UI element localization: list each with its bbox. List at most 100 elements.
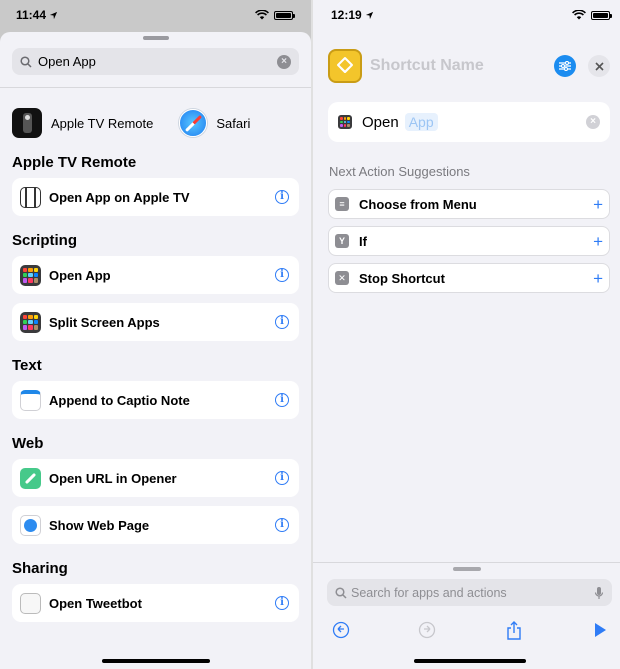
battery-icon [591,10,612,20]
run-button[interactable] [590,620,610,640]
shortcut-icon[interactable] [328,49,362,83]
left-screen: 11:44 × Apple TV Remote Safari App [0,0,311,669]
bottom-panel [313,562,620,669]
app-grid-icon [20,264,41,286]
app-grid-icon [20,311,41,333]
suggestion-if[interactable]: Y If + [328,226,610,256]
action-label: Append to Captio Note [49,392,190,408]
app-safari[interactable]: Safari [179,109,250,137]
battery-icon [274,10,295,20]
film-icon [20,186,41,208]
section-header: Scripting [12,232,78,249]
search-icon [335,586,347,599]
share-icon [506,620,521,640]
action-row-split-screen-apps[interactable]: Split Screen Apps i [12,303,299,341]
wifi-icon [255,10,269,20]
next-action-title: Next Action Suggestions [329,164,470,179]
menu-icon: ≡ [335,197,349,211]
action-label: Open URL in Opener [49,470,177,486]
clear-search-icon[interactable]: × [277,54,291,69]
opener-icon [20,467,41,489]
section-header: Apple TV Remote [12,154,137,171]
action-label: Split Screen Apps [49,314,160,330]
microphone-icon[interactable] [594,586,604,600]
search-input[interactable] [38,54,277,69]
action-picker-sheet: × Apple TV Remote Safari Apple TV Remote… [0,32,311,669]
info-icon[interactable]: i [275,518,289,532]
search-icon [20,55,32,68]
info-icon[interactable]: i [275,268,289,282]
action-row-show-web-page[interactable]: Show Web Page i [12,506,299,544]
panel-grabber[interactable] [452,567,481,571]
suggestion-choose-from-menu[interactable]: ≡ Choose from Menu + [328,189,610,219]
action-label: Open App [49,267,111,283]
status-time: 12:19 [331,8,362,22]
right-screen: 12:19 Shortcut Name Open App × Next Acti… [313,0,620,669]
info-icon[interactable]: i [275,393,289,407]
suggestion-label: Choose from Menu [359,196,477,212]
sheet-grabber[interactable] [142,36,169,40]
apps-row: Apple TV Remote Safari [0,88,311,138]
add-icon[interactable]: + [593,233,603,250]
info-icon[interactable]: i [275,471,289,485]
suggestion-stop-shortcut[interactable]: ✕ Stop Shortcut + [328,263,610,293]
safari-icon [20,514,41,536]
search-bar[interactable]: × [12,48,299,75]
wifi-icon [572,10,586,20]
redo-button[interactable] [417,620,437,640]
info-icon[interactable]: i [275,596,289,610]
action-verb: Open [362,113,399,131]
app-grid-icon [338,115,352,129]
sliders-icon [559,61,571,71]
info-icon[interactable]: i [275,190,289,204]
close-icon [594,61,604,71]
settings-button[interactable] [554,55,576,77]
captio-icon [20,389,41,411]
action-label: Open App on Apple TV [49,189,190,205]
action-row-open-tweetbot[interactable]: Open Tweetbot i [12,584,299,622]
status-bar: 11:44 [0,0,311,30]
safari-icon [179,109,208,137]
action-label: Open Tweetbot [49,595,142,611]
branch-icon: Y [335,234,349,248]
editor-header: Shortcut Name [328,48,610,84]
section-header: Text [12,357,42,374]
share-button[interactable] [504,620,524,640]
layers-icon [337,57,353,73]
tweetbot-icon [20,592,41,614]
add-icon[interactable]: + [593,270,603,287]
redo-icon [419,621,436,639]
play-icon [594,623,606,637]
home-indicator[interactable] [102,659,210,663]
shortcut-name-field[interactable]: Shortcut Name [370,57,542,75]
app-label: Safari [216,115,251,131]
suggestion-list: ≡ Choose from Menu + Y If + ✕ Stop Short… [328,189,610,300]
action-row-open-app[interactable]: Open App i [12,256,299,294]
app-apple-tv-remote[interactable]: Apple TV Remote [12,108,153,138]
section-header: Sharing [12,560,68,577]
add-icon[interactable]: + [593,196,603,213]
action-row-open-app-on-apple-tv[interactable]: Open App on Apple TV i [12,178,299,216]
apple-tv-remote-icon [12,108,42,138]
action-label: Show Web Page [49,517,150,533]
app-label: Apple TV Remote [51,115,154,131]
stop-icon: ✕ [335,271,349,285]
status-bar: 12:19 [313,0,620,30]
suggestion-label: If [359,233,367,249]
suggestion-label: Stop Shortcut [359,270,445,286]
action-search-bar[interactable] [327,579,612,606]
close-button[interactable] [588,55,610,77]
home-indicator[interactable] [414,659,526,663]
section-header: Web [12,435,44,452]
open-app-action[interactable]: Open App × [328,102,610,142]
action-search-input[interactable] [351,585,594,600]
app-parameter[interactable]: App [404,113,438,131]
undo-icon [332,621,350,639]
action-row-open-url-in-opener[interactable]: Open URL in Opener i [12,459,299,497]
action-row-append-to-captio-note[interactable]: Append to Captio Note i [12,381,299,419]
info-icon[interactable]: i [275,315,289,329]
remove-action-icon[interactable]: × [586,115,600,129]
location-arrow-icon [365,11,373,19]
undo-button[interactable] [331,620,351,640]
status-time: 11:44 [16,8,47,22]
